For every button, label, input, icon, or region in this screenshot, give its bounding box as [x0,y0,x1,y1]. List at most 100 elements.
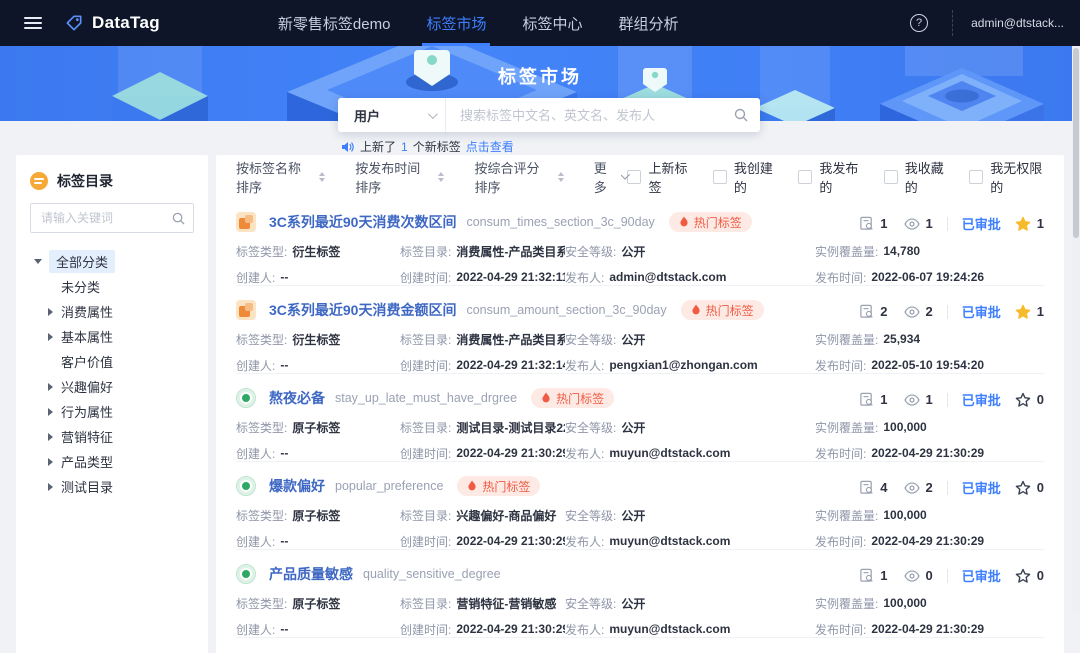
filter-checkbox[interactable]: 我收藏的 [884,158,947,196]
tree-item[interactable]: 未分类 [16,274,208,299]
tree-item-label: 基本属性 [61,327,113,346]
publisher-value: admin@dtstack.com [609,270,726,284]
filter-label: 我发布的 [819,158,861,196]
tag-title[interactable]: 爆款偏好 [269,476,325,496]
publish-time-value: 2022-05-10 19:54:20 [871,358,984,372]
approved-link[interactable]: 已审批 [962,478,1001,497]
create-time-label: 创建时间: [400,621,451,638]
tree-item[interactable]: 客户价值 [16,349,208,374]
tag-type-value: 衍生标签 [292,243,340,260]
toolbar: 按标签名称排序 按发布时间排序 按综合评分排序 更多 上新标签 我创建的 我发布… [236,155,1044,198]
approved-link[interactable]: 已审批 [962,302,1001,321]
checkbox-icon[interactable] [969,170,983,184]
tag-english-name: stay_up_late_must_have_drgree [335,391,517,405]
caret-right-icon[interactable] [48,433,53,441]
tree-item[interactable]: 营销特征 [16,424,208,449]
star-count: 0 [1037,480,1044,495]
scrollbar-thumb[interactable] [1073,48,1079,238]
derived-tag-icon [236,300,256,320]
tree-item[interactable]: 产品类型 [16,449,208,474]
checkbox-icon[interactable] [713,170,727,184]
sort-label: 按综合评分排序 [474,158,551,196]
security-value: 公开 [621,419,645,436]
metrics-divider [947,569,948,583]
announcement-view-link[interactable]: 点击查看 [466,138,514,155]
tree-root-item[interactable]: 全部分类 [16,249,208,274]
caret-right-icon[interactable] [48,483,53,491]
tree-item[interactable]: 测试目录 [16,474,208,499]
filter-checkbox[interactable]: 我发布的 [798,158,861,196]
chevron-down-icon [428,109,438,119]
flame-icon [691,304,701,316]
caret-down-icon[interactable] [34,259,42,264]
security-label: 安全等级: [565,331,616,348]
catalog-value: 消费属性-产品类目系列-3C系列 [456,243,565,260]
tag-type-value: 衍生标签 [292,331,340,348]
category-tree: 全部分类 未分类 消费属性 基本属性 客户价值 兴趣偏好 行为属性 营销特征 产… [16,243,208,499]
star-icon[interactable] [1015,216,1031,232]
filter-checkbox[interactable]: 我创建的 [713,158,776,196]
sidebar-search-input[interactable] [31,211,172,225]
nav-item[interactable]: 标签市场 [408,0,504,46]
tree-children: 未分类 消费属性 基本属性 客户价值 兴趣偏好 行为属性 营销特征 产品类型 测… [16,274,208,499]
caret-right-icon[interactable] [48,333,53,341]
caret-right-icon[interactable] [48,458,53,466]
sort-option[interactable]: 按综合评分排序 [474,158,563,196]
sort-label: 按标签名称排序 [236,158,313,196]
filter-checkbox[interactable]: 我无权限的 [969,158,1044,196]
checkbox-icon[interactable] [798,170,812,184]
nav-item[interactable]: 群组分析 [600,0,696,46]
view-count: 1 [926,392,933,407]
tree-item[interactable]: 行为属性 [16,399,208,424]
tree-item[interactable]: 消费属性 [16,299,208,324]
hot-badge: 热门标签 [669,212,752,232]
tag-title[interactable]: 产品质量敏感 [269,564,353,584]
tree-item[interactable]: 兴趣偏好 [16,374,208,399]
tag-metrics: 1 1 已审批 1 [859,214,1044,233]
approved-link[interactable]: 已审批 [962,390,1001,409]
tag-english-name: quality_sensitive_degree [363,567,501,581]
checkbox-icon[interactable] [884,170,898,184]
tree-item-label: 消费属性 [61,302,113,321]
caret-right-icon[interactable] [48,408,53,416]
sort-option[interactable]: 按标签名称排序 [236,158,325,196]
search-category-select[interactable]: 用户 [338,98,446,132]
create-time-value: 2022-04-29 21:30:29 [456,534,565,548]
hamburger-menu-icon[interactable] [24,17,42,29]
caret-right-icon[interactable] [48,308,53,316]
help-icon[interactable]: ? [910,14,928,32]
nav-item-label: 标签中心 [522,13,582,34]
nav-item[interactable]: 新零售标签demo [260,0,409,46]
tag-title[interactable]: 3C系列最近90天消费金额区间 [269,300,456,320]
user-account[interactable]: admin@dtstack... [971,16,1064,30]
publisher-label: 发布人: [565,533,604,550]
approved-link[interactable]: 已审批 [962,566,1001,585]
nav-item[interactable]: 标签中心 [504,0,600,46]
tag-metrics: 1 1 已审批 0 [859,390,1044,409]
star-icon[interactable] [1015,568,1031,584]
hot-badge: 热门标签 [457,476,540,496]
star-icon[interactable] [1015,480,1031,496]
eye-icon [904,394,920,406]
tag-title[interactable]: 熬夜必备 [269,388,325,408]
tag-card: 3C系列最近90天消费次数区间 consum_times_section_3c_… [236,198,1044,286]
sidebar-search-icon[interactable] [172,212,185,225]
more-button[interactable]: 更多 [594,158,628,196]
metrics-divider [947,481,948,495]
security-label: 安全等级: [565,595,616,612]
star-icon[interactable] [1015,392,1031,408]
tag-title[interactable]: 3C系列最近90天消费次数区间 [269,212,456,232]
search-input[interactable] [446,108,734,123]
approved-link[interactable]: 已审批 [962,214,1001,233]
publish-time-value: 2022-04-29 21:30:29 [871,446,984,460]
checkbox-icon[interactable] [627,170,641,184]
usage-count: 1 [880,568,887,583]
sort-option[interactable]: 按发布时间排序 [355,158,444,196]
filter-checkbox[interactable]: 上新标签 [627,158,690,196]
brand[interactable]: DataTag [64,13,160,33]
search-icon[interactable] [734,108,748,122]
create-time-label: 创建时间: [400,269,451,286]
caret-right-icon[interactable] [48,383,53,391]
tree-item[interactable]: 基本属性 [16,324,208,349]
star-icon[interactable] [1015,304,1031,320]
